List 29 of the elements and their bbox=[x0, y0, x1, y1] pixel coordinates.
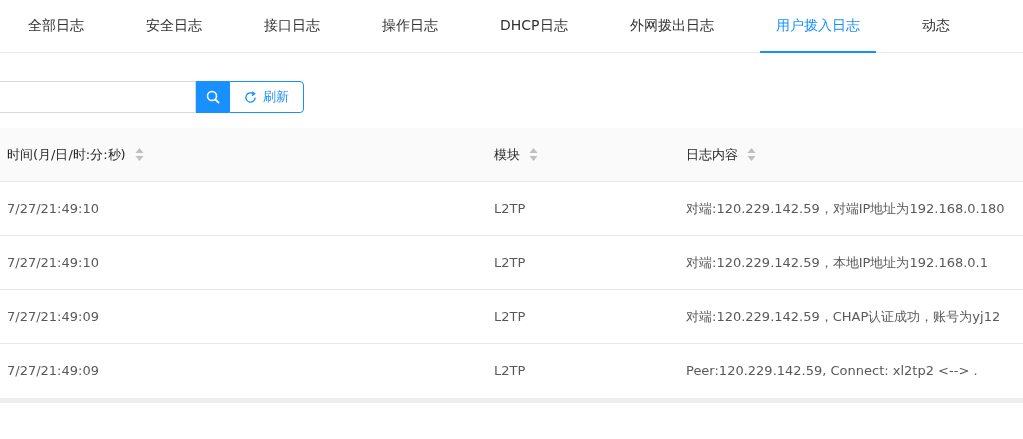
table-cell-text: L2TP bbox=[494, 199, 526, 218]
tab[interactable]: DHCP日志 bbox=[484, 0, 584, 53]
search-field[interactable] bbox=[0, 81, 196, 113]
tab[interactable]: 动态 bbox=[905, 0, 966, 53]
table-cell-text: 7/27/21:49:09 bbox=[7, 307, 99, 326]
column-header: 日志内容 bbox=[686, 145, 738, 164]
search-button[interactable] bbox=[196, 81, 229, 113]
column-header: 模块 bbox=[494, 145, 520, 164]
table-cell-text: L2TP bbox=[494, 307, 526, 326]
search-icon bbox=[205, 90, 220, 104]
table-cell-text: Peer:120.229.142.59, Connect: xl2tp2 <--> . bbox=[686, 362, 978, 381]
tab[interactable]: 操作日志 bbox=[366, 0, 454, 53]
table-cell-text: 对端:120.229.142.59，CHAP认证成功，账号为yj12 bbox=[686, 307, 1001, 326]
table-cell-text: 7/27/21:49:10 bbox=[7, 199, 99, 218]
table-cell-text: 对端:120.229.142.59，对端IP地址为192.168.0.180 bbox=[686, 199, 1005, 218]
sort-icon[interactable] bbox=[747, 147, 756, 162]
tab[interactable]: 外网拨出日志 bbox=[613, 0, 730, 53]
table-cell-text: 对端:120.229.142.59，本地IP地址为192.168.0.1 bbox=[686, 253, 988, 272]
table-cell-text: L2TP bbox=[494, 253, 526, 272]
table-cell-text: 7/27/21:49:10 bbox=[7, 253, 99, 272]
sort-icon[interactable] bbox=[134, 147, 144, 162]
refresh-icon bbox=[244, 90, 257, 104]
tab[interactable]: 安全日志 bbox=[130, 0, 218, 53]
tab[interactable]: 全部日志 bbox=[12, 0, 100, 53]
table-cell-text: L2TP bbox=[494, 362, 526, 381]
table-cell-text: 7/27/21:49:09 bbox=[7, 362, 99, 381]
sort-icon[interactable] bbox=[529, 147, 538, 162]
column-header: 时间(月/日/时:分:秒) bbox=[7, 145, 126, 164]
tab[interactable]: 接口日志 bbox=[248, 0, 336, 53]
